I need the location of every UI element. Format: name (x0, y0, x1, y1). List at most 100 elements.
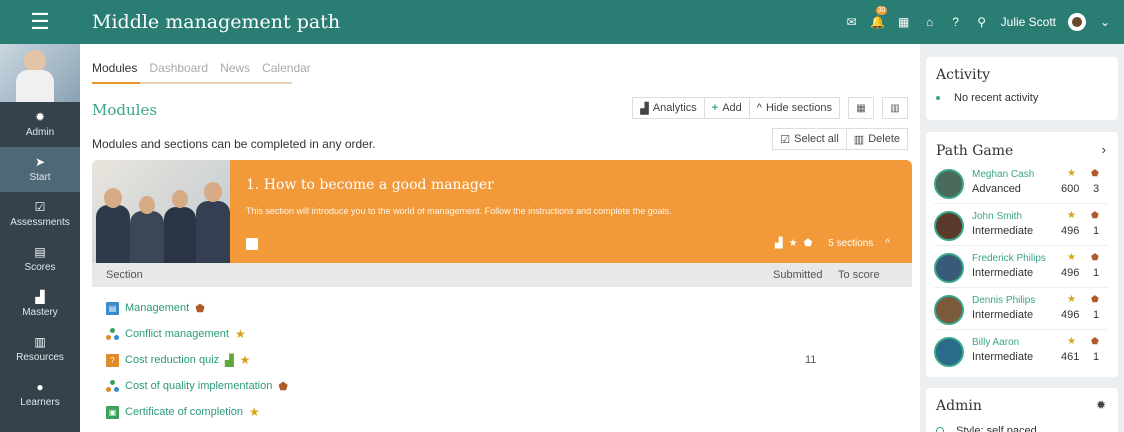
leaderboard-row[interactable]: Meghan Cash Advanced ★ ⬟ 600 3 (934, 164, 1108, 204)
player-name[interactable]: Frederick Philips (972, 253, 1046, 264)
certificate-icon: ▣ (106, 405, 119, 419)
sidebar-item-start[interactable]: ➤ Start (0, 147, 80, 192)
star-icon: ★ (1067, 168, 1076, 179)
leaderboard-row[interactable]: Frederick Philips Intermediate ★ ⬟ 496 1 (934, 248, 1108, 288)
sidebar-item-assessments[interactable]: ☑ Assessments (0, 192, 80, 237)
column-section: Section (106, 269, 143, 281)
chevron-down-icon[interactable]: ⌄ (1098, 15, 1112, 29)
tab-modules[interactable]: Modules (92, 61, 137, 75)
avatar (934, 169, 964, 199)
gear-icon: ✹ (34, 110, 46, 124)
scores-icon: ▤ (34, 245, 46, 259)
table-row[interactable]: Conflict management ★ (106, 321, 246, 347)
star-icon: ★ (1067, 336, 1076, 347)
tab-dashboard[interactable]: Dashboard (149, 61, 208, 75)
leaderboard-row[interactable]: Billy Aaron Intermediate ★ ⬟ 461 1 (934, 332, 1108, 372)
table-row[interactable]: ▤ Management ⬟ (106, 295, 205, 321)
menu-icon[interactable]: ☰ (0, 0, 80, 44)
path-icon (106, 327, 119, 341)
notification-badge: 30 (875, 6, 888, 15)
main-content: Modules Dashboard News Calendar Modules … (80, 44, 920, 432)
star-icon: ★ (234, 327, 246, 341)
section-title[interactable]: 1. How to become a good manager (246, 177, 494, 193)
toolbar-group: ▟ Analytics + Add ^ Hide sections (632, 97, 840, 119)
player-badges: 3 (1093, 183, 1100, 195)
sidebar-item-scores[interactable]: ▤ Scores (0, 237, 80, 282)
table-row[interactable]: ? Cost reduction quiz ▟ ★ (106, 347, 250, 373)
leaderboard-row[interactable]: John Smith Intermediate ★ ⬟ 496 1 (934, 206, 1108, 246)
player-points: 496 (1061, 267, 1080, 279)
tab-underline (92, 82, 292, 84)
bar-chart-icon: ▟ (640, 102, 649, 115)
avatar (934, 253, 964, 283)
sidebar-item-learners[interactable]: ● Learners (0, 372, 80, 417)
analytics-button[interactable]: ▟ Analytics (633, 98, 705, 118)
user-name[interactable]: Julie Scott (1001, 15, 1056, 29)
gear-icon[interactable]: ✹ (1096, 398, 1106, 412)
person-head (204, 182, 222, 202)
sidebar-item-mastery[interactable]: ▟ Mastery (0, 282, 80, 327)
search-icon[interactable]: ⚲ (975, 15, 989, 29)
document-icon: ▤ (106, 301, 119, 315)
star-icon: ★ (239, 353, 251, 367)
top-bar: ☰ Middle management path ✉ 🔔 30 ▦ ⌂ ? ⚲ J… (0, 0, 1124, 44)
list-view-button[interactable]: ▥ (882, 97, 908, 119)
shield-icon: ⬟ (195, 302, 205, 315)
row-name[interactable]: Cost of quality implementation (125, 380, 272, 392)
add-button[interactable]: + Add (704, 98, 750, 118)
player-name[interactable]: Billy Aaron (972, 337, 1019, 348)
table-row[interactable]: Cost of quality implementation ⬟ (106, 373, 288, 399)
chevron-right-icon[interactable]: › (1102, 142, 1106, 157)
calendar-icon[interactable]: ▦ (897, 15, 911, 29)
row-name[interactable]: Conflict management (125, 328, 229, 340)
grid-view-button[interactable]: ▦ (848, 97, 874, 119)
leaderboard-row[interactable]: Dennis Philips Intermediate ★ ⬟ 496 1 (934, 290, 1108, 330)
sidebar-item-admin[interactable]: ✹ Admin (0, 102, 80, 147)
select-all-button[interactable]: ☑ Select all (773, 129, 847, 149)
plus-icon: + (711, 102, 719, 114)
hide-sections-button[interactable]: ^ Hide sections (749, 98, 839, 118)
row-name[interactable]: Certificate of completion (125, 406, 243, 418)
person-figure (196, 201, 230, 263)
sidebar-item-resources[interactable]: ▥ Resources (0, 327, 80, 372)
bullet-icon (936, 96, 940, 100)
section-meta: ▟ ★ ⬟ 5 sections ^ (775, 238, 890, 249)
sections-count[interactable]: 5 sections (828, 238, 873, 249)
table-row[interactable]: ▣ Certificate of completion ★ (106, 399, 260, 425)
section-checkbox[interactable] (246, 238, 258, 250)
player-name[interactable]: John Smith (972, 211, 1022, 222)
mail-icon[interactable]: ✉ (845, 15, 859, 29)
player-points: 496 (1061, 225, 1080, 237)
shield-icon: ⬟ (278, 380, 288, 393)
avatar (934, 337, 964, 367)
star-icon: ★ (788, 238, 798, 249)
delete-button[interactable]: ▥ Delete (846, 129, 907, 149)
row-name[interactable]: Management (125, 302, 189, 314)
player-badges: 1 (1093, 351, 1100, 363)
help-icon[interactable]: ? (949, 15, 963, 29)
player-name[interactable]: Meghan Cash (972, 169, 1034, 180)
admin-panel: Admin ✹ Style: self paced (926, 388, 1118, 432)
star-icon: ★ (1067, 252, 1076, 263)
sidebar-item-label: Start (29, 172, 51, 183)
bar-chart-icon[interactable]: ▟ (775, 238, 783, 249)
radio-icon (936, 427, 944, 432)
chevron-up-icon[interactable]: ^ (885, 238, 890, 249)
player-name[interactable]: Dennis Philips (972, 295, 1035, 306)
activity-title: Activity (936, 67, 990, 83)
library-icon[interactable]: ⌂ (923, 15, 937, 29)
sidebar-item-label: Resources (16, 352, 64, 363)
notifications-icon[interactable]: 🔔 30 (870, 6, 888, 29)
bar-chart-icon[interactable]: ▟ (225, 354, 233, 367)
path-icon (106, 379, 119, 393)
sidebar-item-label: Scores (24, 262, 56, 273)
quiz-icon: ? (106, 353, 119, 367)
path-game-title[interactable]: Path Game (936, 143, 1013, 159)
section-banner[interactable]: 1. How to become a good manager This sec… (92, 160, 912, 263)
row-name[interactable]: Cost reduction quiz (125, 354, 219, 366)
user-avatar[interactable] (1068, 13, 1086, 31)
tab-news[interactable]: News (220, 61, 250, 75)
grid-icon: ▦ (856, 102, 866, 114)
tab-calendar[interactable]: Calendar (262, 61, 311, 75)
person-head (172, 190, 188, 208)
